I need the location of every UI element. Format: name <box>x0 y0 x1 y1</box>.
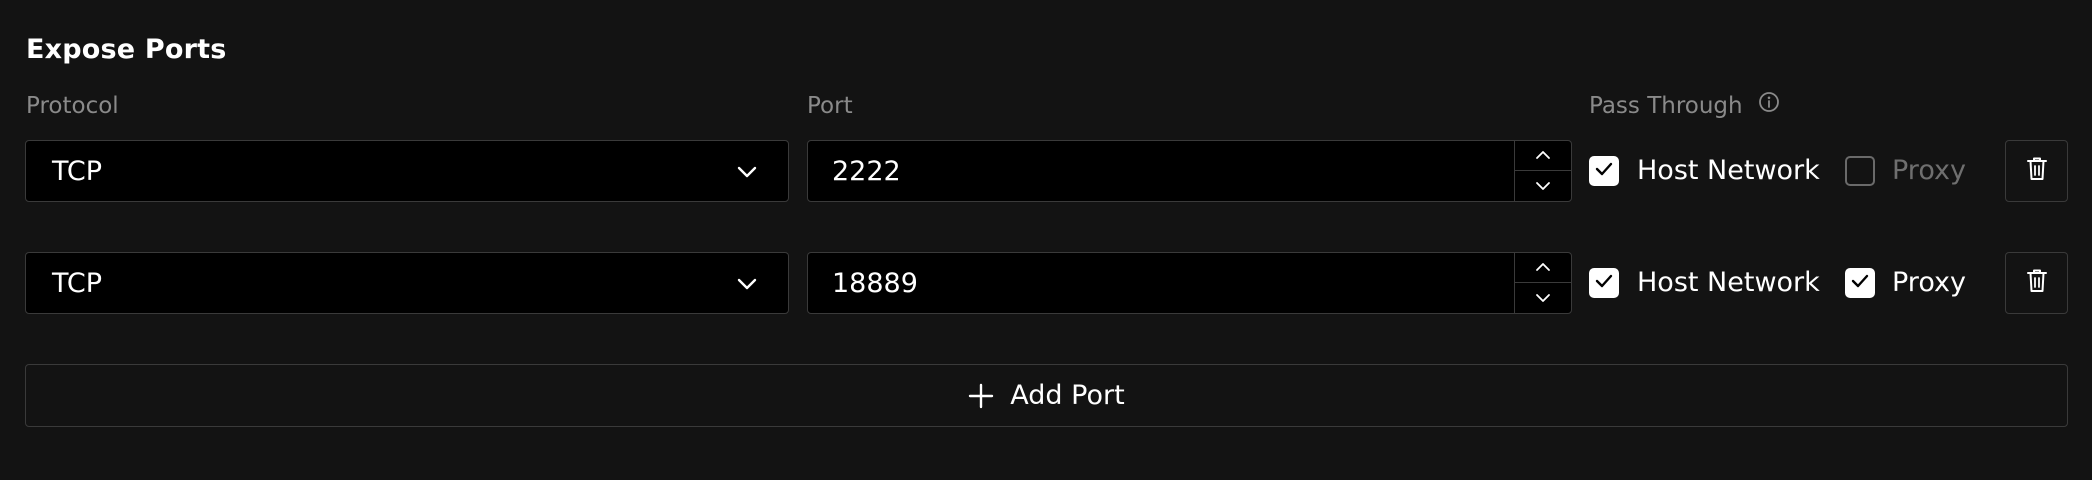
port-increment-button[interactable] <box>1515 141 1571 171</box>
proxy-label[interactable]: Proxy <box>1892 155 1966 186</box>
port-field-wrapper <box>807 252 1572 314</box>
pass-through-label-text: Pass Through <box>1589 93 1743 119</box>
chevron-up-icon <box>1535 146 1551 165</box>
plus-icon <box>968 383 994 409</box>
port-row: TCP Ho <box>0 252 2092 316</box>
chevron-down-icon <box>1535 289 1551 308</box>
proxy-checkbox[interactable] <box>1845 268 1875 298</box>
proxy-checkbox[interactable] <box>1845 156 1875 186</box>
delete-port-button[interactable] <box>2005 252 2068 314</box>
info-icon[interactable] <box>1758 91 1780 119</box>
trash-icon <box>2025 156 2049 186</box>
host-network-label[interactable]: Host Network <box>1637 267 1820 298</box>
protocol-column-label: Protocol <box>26 93 119 119</box>
chevron-down-icon <box>736 163 758 185</box>
section-title: Expose Ports <box>26 34 227 65</box>
protocol-select-value: TCP <box>52 268 103 299</box>
host-network-label[interactable]: Host Network <box>1637 155 1820 186</box>
check-icon <box>1595 273 1613 293</box>
port-decrement-button[interactable] <box>1515 171 1571 201</box>
port-increment-button[interactable] <box>1515 253 1571 283</box>
port-stepper <box>1514 141 1571 201</box>
protocol-select-value: TCP <box>52 156 103 187</box>
check-icon <box>1595 161 1613 181</box>
protocol-select[interactable]: TCP <box>25 140 789 202</box>
proxy-label[interactable]: Proxy <box>1892 267 1966 298</box>
port-column-label: Port <box>807 93 853 119</box>
chevron-down-icon <box>1535 177 1551 196</box>
chevron-up-icon <box>1535 258 1551 277</box>
port-input[interactable] <box>808 141 1514 201</box>
port-field-wrapper <box>807 140 1572 202</box>
add-port-button[interactable]: Add Port <box>25 364 2068 427</box>
host-network-checkbox[interactable] <box>1589 156 1619 186</box>
protocol-select[interactable]: TCP <box>25 252 789 314</box>
port-decrement-button[interactable] <box>1515 283 1571 313</box>
chevron-down-icon <box>736 275 758 297</box>
delete-port-button[interactable] <box>2005 140 2068 202</box>
port-input[interactable] <box>808 253 1514 313</box>
port-row: TCP Ho <box>0 140 2092 204</box>
trash-icon <box>2025 268 2049 298</box>
pass-through-column-label: Pass Through <box>1589 91 1780 119</box>
host-network-checkbox[interactable] <box>1589 268 1619 298</box>
port-stepper <box>1514 253 1571 313</box>
add-port-label: Add Port <box>1010 380 1125 411</box>
check-icon <box>1851 273 1869 293</box>
